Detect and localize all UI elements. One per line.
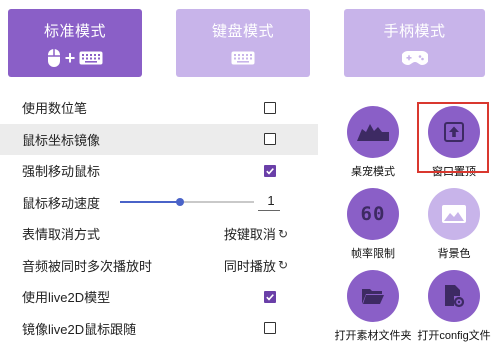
- window-top-label: 窗口置顶: [432, 166, 476, 178]
- keyboard-icon: [231, 51, 255, 65]
- keyboard-icon: [79, 51, 103, 65]
- audio-repeat-toggle[interactable]: 同时播放 ↻: [224, 256, 288, 275]
- desk-pet-icon: [357, 124, 389, 141]
- open-assets-label: 打开素材文件夹: [334, 330, 412, 342]
- open-config-label: 打开config文件: [417, 330, 491, 342]
- settings-list: 使用数位笔 鼠标坐标镜像 强制移动鼠标 鼠标移动速度 1 表情取消方式 按键取消…: [0, 92, 318, 344]
- mode-keyboard-label: 键盘模式: [211, 23, 274, 40]
- speed-input-underline: [258, 209, 280, 211]
- open-assets-folder-button[interactable]: 打开素材文件夹: [335, 270, 412, 343]
- check-icon: [266, 167, 274, 175]
- frame-limit-icon: 60: [360, 203, 386, 225]
- mouse-mirror-checkbox[interactable]: [264, 133, 276, 146]
- mode-standard-button[interactable]: 标准模式 +: [8, 9, 142, 77]
- desk-pet-mode-button[interactable]: 桌宠模式: [338, 106, 408, 179]
- frame-limit-label: 帧率限制: [351, 248, 395, 260]
- mouse-icon: [47, 49, 60, 67]
- audio-repeat-value: 同时播放: [223, 258, 276, 274]
- folder-open-icon: [362, 289, 384, 304]
- background-color-button[interactable]: 背景色: [419, 188, 489, 261]
- setting-mouse-mirror[interactable]: 鼠标坐标镜像: [0, 123, 318, 155]
- window-top-button[interactable]: 窗口置顶: [419, 106, 489, 179]
- desk-pet-label: 桌宠模式: [351, 166, 395, 178]
- setting-mouse-speed: 鼠标移动速度 1: [0, 187, 318, 219]
- frame-limit-button[interactable]: 60 帧率限制: [338, 188, 408, 261]
- use-live2d-checkbox[interactable]: [264, 290, 276, 303]
- pin-to-top-icon: [444, 122, 464, 142]
- emote-cancel-value: 按键取消: [223, 227, 276, 243]
- mouse-speed-slider[interactable]: [120, 198, 254, 207]
- check-icon: [266, 293, 274, 301]
- setting-mirror-live2d[interactable]: 镜像live2D鼠标跟随: [0, 313, 318, 345]
- open-config-button[interactable]: 打开config文件: [417, 270, 491, 343]
- emote-cancel-toggle[interactable]: 按键取消 ↻: [224, 224, 288, 243]
- file-settings-icon: [445, 285, 465, 308]
- refresh-icon: ↻: [277, 258, 288, 273]
- mode-standard-label: 标准模式: [43, 23, 106, 40]
- mirror-live2d-checkbox[interactable]: [264, 322, 276, 335]
- setting-force-move[interactable]: 强制移动鼠标: [0, 155, 318, 187]
- background-image-icon: [442, 205, 466, 223]
- mode-keyboard-button[interactable]: 键盘模式: [176, 9, 310, 77]
- mode-gamepad-button[interactable]: 手柄模式: [344, 9, 485, 77]
- force-move-checkbox[interactable]: [264, 164, 276, 177]
- mode-gamepad-label: 手柄模式: [383, 23, 446, 40]
- gamepad-icon: [401, 51, 428, 65]
- mouse-speed-input[interactable]: 1: [263, 193, 279, 208]
- setting-use-live2d[interactable]: 使用live2D模型: [0, 281, 318, 313]
- background-label: 背景色: [437, 248, 471, 260]
- setting-digital-pen[interactable]: 使用数位笔: [0, 92, 318, 124]
- slider-fill: [120, 201, 181, 204]
- refresh-icon: ↻: [277, 226, 288, 241]
- setting-audio-repeat[interactable]: 音频被同时多次播放时 同时播放 ↻: [0, 250, 318, 282]
- plus-icon: +: [64, 48, 76, 68]
- setting-emote-cancel[interactable]: 表情取消方式 按键取消 ↻: [0, 218, 318, 250]
- digital-pen-checkbox[interactable]: [264, 101, 276, 114]
